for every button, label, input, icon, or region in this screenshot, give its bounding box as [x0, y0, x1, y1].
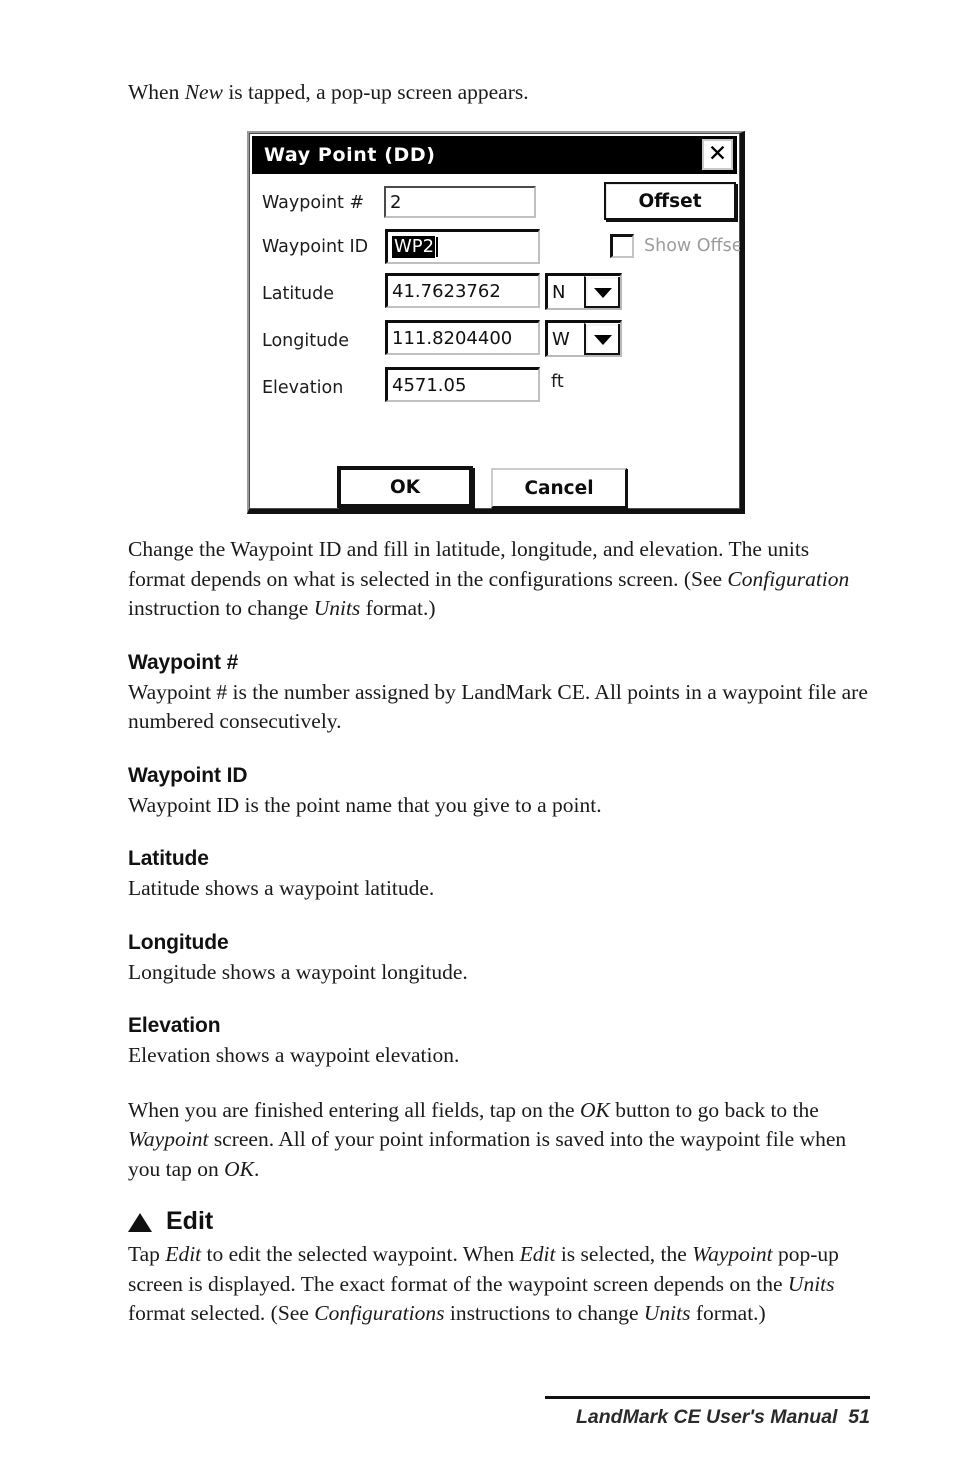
longitude-hemisphere-value: W: [552, 328, 570, 350]
value-waypoint-number: 2: [390, 191, 402, 213]
manual-page: When New is tapped, a pop-up screen appe…: [0, 0, 954, 1475]
waypoint-dialog: Way Point (DD) ✕ Waypoint # 2 Offset Way…: [247, 131, 745, 514]
page-footer: LandMark CE User's Manual 51: [545, 1396, 870, 1429]
show-offset-row[interactable]: Show Offset: [610, 234, 745, 258]
heading-waypoint-number: Waypoint #: [128, 650, 239, 674]
section-waypoint-id: Waypoint ID Waypoint ID is the point nam…: [128, 763, 868, 821]
input-waypoint-id[interactable]: WP2: [385, 229, 540, 264]
label-waypoint-id: Waypoint ID: [262, 237, 369, 257]
text-latitude: Latitude shows a waypoint latitude.: [128, 876, 435, 900]
value-waypoint-id: WP2: [392, 235, 436, 259]
ok-button[interactable]: OK: [337, 466, 473, 508]
chevron-down-icon: [594, 334, 612, 345]
field-row-latitude: Latitude: [262, 277, 384, 311]
text-waypoint-id: Waypoint ID is the point name that you g…: [128, 792, 602, 817]
offset-button[interactable]: Offset: [604, 182, 736, 220]
text-longitude: Longitude shows a waypoint longitude.: [128, 959, 468, 984]
field-row-waypoint-id: Waypoint ID: [262, 230, 384, 264]
text-caret: [436, 237, 439, 257]
text-elevation: Elevation shows a waypoint elevation.: [128, 1043, 460, 1067]
intro-block: When New is tapped, a pop-up screen appe…: [128, 78, 868, 108]
label-waypoint-number: Waypoint #: [262, 193, 365, 213]
dialog-body: Waypoint # 2 Offset Waypoint ID WP2 Show…: [252, 174, 740, 508]
field-row-elevation: Elevation: [262, 371, 384, 405]
text-edit: Tap Edit to edit the selected waypoint. …: [128, 1242, 839, 1325]
heading-waypoint-id: Waypoint ID: [128, 763, 248, 787]
value-elevation: 4571.05: [392, 374, 467, 396]
dialog-title: Way Point (DD): [264, 144, 436, 166]
longitude-hemisphere-select[interactable]: W: [545, 320, 622, 357]
intro-paragraph: When New is tapped, a pop-up screen appe…: [128, 80, 529, 104]
dialog-inner-frame: Way Point (DD) ✕ Waypoint # 2 Offset Way…: [249, 133, 740, 509]
paragraph-after-dialog: Change the Waypoint ID and fill in latit…: [128, 537, 850, 620]
waypoint-dialog-figure: Way Point (DD) ✕ Waypoint # 2 Offset Way…: [247, 131, 745, 514]
heading-edit-label: Edit: [166, 1207, 214, 1235]
label-elevation: Elevation: [262, 378, 344, 398]
ok-button-label: OK: [389, 476, 421, 498]
heading-longitude: Longitude: [128, 930, 229, 954]
closing-paragraph: When you are finished entering all field…: [128, 1097, 847, 1181]
heading-edit: Edit: [128, 1206, 868, 1236]
chevron-down-icon: [594, 287, 612, 298]
value-latitude: 41.7623762: [392, 280, 501, 302]
text-waypoint-number: Waypoint # is the number assigned by Lan…: [128, 679, 868, 734]
section-latitude: Latitude Latitude shows a waypoint latit…: [128, 846, 868, 904]
label-latitude: Latitude: [262, 284, 335, 304]
input-elevation[interactable]: 4571.05: [385, 367, 540, 402]
field-row-waypoint-number: Waypoint #: [262, 186, 384, 220]
section-waypoint-number: Waypoint # Waypoint # is the number assi…: [128, 650, 868, 737]
input-waypoint-number[interactable]: 2: [384, 186, 536, 218]
field-row-longitude: Longitude: [262, 324, 384, 358]
close-icon: ✕: [707, 141, 728, 167]
offset-button-label: Offset: [638, 190, 702, 212]
cancel-button[interactable]: Cancel: [491, 468, 627, 508]
label-longitude: Longitude: [262, 331, 350, 351]
latitude-hemisphere-select[interactable]: N: [545, 273, 622, 310]
cancel-button-label: Cancel: [524, 477, 594, 499]
latitude-hemisphere-value: N: [552, 281, 566, 303]
body-content: Change the Waypoint ID and fill in latit…: [128, 535, 868, 1329]
show-offset-label: Show Offset: [644, 236, 745, 256]
section-longitude: Longitude Longitude shows a waypoint lon…: [128, 930, 868, 988]
footer-divider: [545, 1396, 870, 1399]
heading-elevation: Elevation: [128, 1014, 221, 1037]
latitude-hemisphere-dropdown-button[interactable]: [584, 276, 620, 308]
section-edit: Edit Tap Edit to edit the selected waypo…: [128, 1206, 868, 1329]
footer-text: LandMark CE User's Manual 51: [576, 1406, 870, 1428]
heading-latitude: Latitude: [128, 847, 209, 870]
triangle-up-icon: [128, 1212, 152, 1232]
show-offset-checkbox[interactable]: [610, 234, 634, 258]
input-latitude[interactable]: 41.7623762: [385, 273, 540, 308]
elevation-unit-label: ft: [551, 372, 564, 392]
dialog-titlebar: Way Point (DD) ✕: [252, 136, 737, 174]
value-longitude: 111.8204400: [392, 327, 513, 349]
close-button[interactable]: ✕: [702, 139, 733, 170]
section-elevation: Elevation Elevation shows a waypoint ele…: [128, 1013, 868, 1071]
longitude-hemisphere-dropdown-button[interactable]: [584, 323, 620, 355]
input-longitude[interactable]: 111.8204400: [385, 320, 540, 355]
